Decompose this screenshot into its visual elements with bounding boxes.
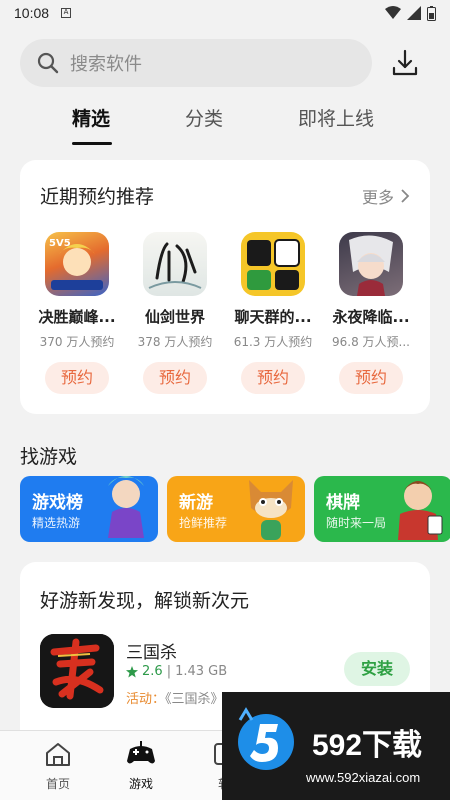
app-icon-jueshengdianfeng: 5V5 — [45, 232, 109, 296]
search-icon — [37, 52, 59, 74]
search-row: 搜索软件 — [20, 38, 430, 88]
app-name: 聊天群的... — [234, 308, 312, 326]
wifi-icon — [385, 6, 401, 19]
app-name: 决胜巅峰... — [38, 308, 116, 326]
game-size: 1.43 GB — [175, 664, 228, 679]
watermark-overlay: 592下载 www.592xiazai.com — [222, 692, 450, 800]
tab-categories[interactable]: 分类 — [185, 104, 223, 131]
activity-tag: 活动： — [126, 692, 166, 707]
nav-home[interactable]: 首页 — [28, 741, 88, 792]
more-label: 更多 — [361, 188, 394, 207]
a-icon: A — [61, 8, 72, 18]
discover-title: 好游新发现，解锁新次元 — [40, 590, 250, 612]
svg-text:5V5: 5V5 — [49, 238, 71, 249]
nav-label: 首页 — [45, 777, 70, 791]
search-placeholder: 搜索软件 — [70, 54, 142, 75]
app-reserve-count: 378 万人预约 — [137, 335, 213, 349]
category-game-rank[interactable]: 游戏榜 精选热游 — [20, 476, 158, 542]
app-reserve-count: 61.3 万人预约 — [233, 335, 313, 349]
install-button[interactable]: 安装 — [344, 652, 410, 686]
tab-featured[interactable]: 精选 — [72, 104, 110, 131]
game-name: 三国杀 — [126, 643, 177, 663]
app-icon-sanguosha — [40, 634, 114, 708]
reserve-app[interactable]: 仙剑世界 378 万人预约 预约 — [130, 232, 220, 394]
reserve-title: 近期预约推荐 — [40, 186, 155, 208]
more-link[interactable]: 更多 — [362, 184, 410, 208]
category-subtitle: 抢鲜推荐 — [179, 516, 228, 530]
nav-games[interactable]: 游戏 — [111, 741, 171, 792]
reserve-app[interactable]: 5V5 决胜巅峰... 370 万人预约 预约 — [32, 232, 122, 394]
character-icon — [398, 481, 443, 540]
reserve-button[interactable]: 预约 — [143, 362, 207, 394]
game-meta: 2.6 | 1.43 GB — [126, 664, 227, 679]
watermark-url: www.592xiazai.com — [306, 770, 421, 785]
reserve-card: 近期预约推荐 更多 5V5 决胜巅峰... 370 万人预约 预约 仙剑世界 3… — [20, 160, 430, 414]
reserve-app[interactable]: 永夜降临... 96.8 万人预... 预约 — [326, 232, 416, 394]
download-icon[interactable] — [390, 48, 420, 78]
find-games-title: 找游戏 — [20, 446, 78, 468]
game-rating: 2.6 — [142, 664, 163, 679]
app-name: 仙剑世界 — [144, 308, 205, 326]
star-icon — [126, 665, 138, 677]
character-icon — [108, 476, 144, 538]
tab-upcoming[interactable]: 即将上线 — [298, 104, 374, 131]
reserve-button[interactable]: 预约 — [45, 362, 109, 394]
battery-icon — [427, 5, 436, 21]
fox-icon — [249, 480, 293, 540]
app-reserve-count: 96.8 万人预... — [332, 335, 410, 349]
category-title: 游戏榜 — [32, 493, 83, 513]
chevron-right-icon — [401, 189, 410, 203]
app-reserve-count: 370 万人预约 — [39, 335, 115, 349]
signal-icon — [407, 6, 421, 20]
reserve-button[interactable]: 预约 — [241, 362, 305, 394]
search-input[interactable]: 搜索软件 — [20, 39, 372, 87]
home-icon — [46, 743, 70, 766]
app-name: 永夜降临... — [332, 308, 410, 326]
app-icon-xianjianshijie — [143, 232, 207, 296]
category-new-games[interactable]: 新游 抢鲜推荐 — [167, 476, 305, 542]
app-icon-liaotianqun — [241, 232, 305, 296]
brand-logo-icon — [238, 707, 294, 770]
category-chess-cards[interactable]: 棋牌 随时来一局 — [314, 476, 450, 542]
status-bar: 10:08 A — [0, 0, 450, 26]
reserve-button[interactable]: 预约 — [339, 362, 403, 394]
category-title: 新游 — [179, 493, 213, 513]
top-tabs: 精选 分类 即将上线 — [0, 104, 450, 148]
category-subtitle: 精选热游 — [32, 516, 81, 530]
gamepad-icon — [127, 741, 155, 764]
nav-label: 游戏 — [128, 777, 153, 791]
status-icons — [385, 5, 436, 21]
game-activity: 活动：《三国杀》... — [126, 688, 236, 707]
watermark-brand: 592下载 — [312, 729, 423, 762]
tab-indicator — [72, 142, 112, 145]
status-time: 10:08 — [14, 5, 50, 21]
category-title: 棋牌 — [326, 493, 360, 513]
app-icon-yongyejianglin — [339, 232, 403, 296]
category-subtitle: 随时来一局 — [326, 516, 387, 530]
reserve-app[interactable]: 聊天群的... 61.3 万人预约 预约 — [228, 232, 318, 394]
